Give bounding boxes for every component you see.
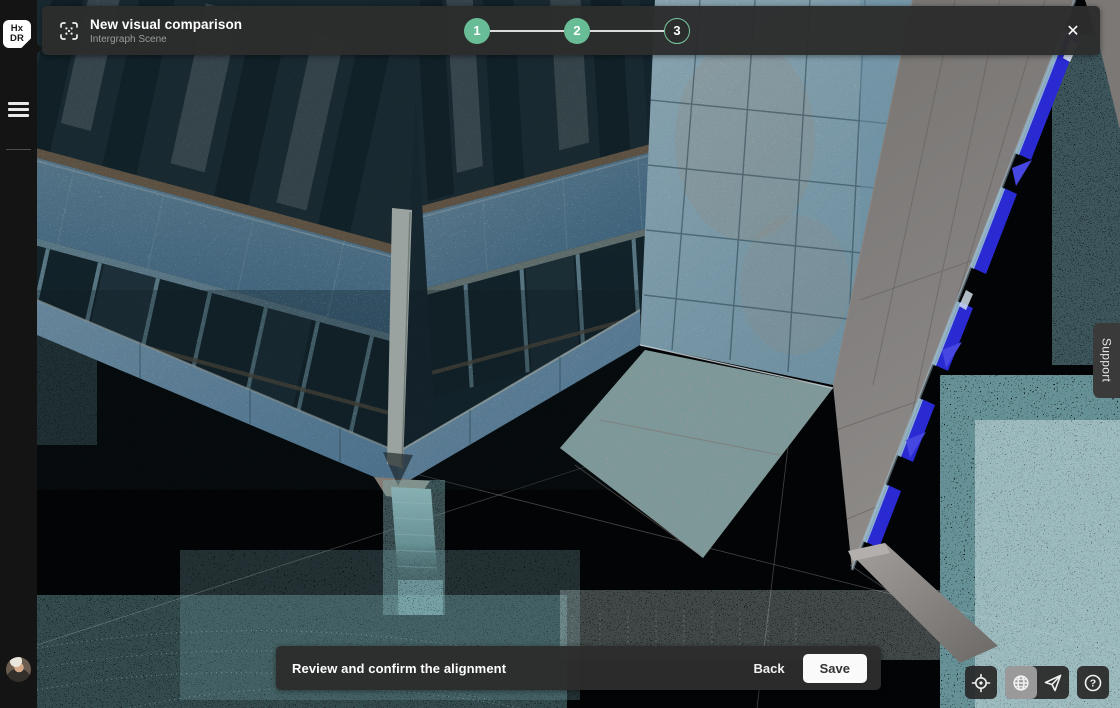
svg-text:?: ? bbox=[1090, 677, 1096, 689]
close-icon: ✕ bbox=[1066, 21, 1079, 41]
wizard-title: New visual comparison bbox=[90, 17, 242, 32]
locate-icon bbox=[971, 673, 991, 693]
left-sidebar bbox=[0, 0, 37, 708]
globe-icon bbox=[1011, 673, 1031, 693]
locate-button[interactable] bbox=[965, 666, 997, 699]
scene-render bbox=[0, 0, 1120, 708]
user-avatar[interactable] bbox=[6, 657, 31, 682]
support-tab[interactable]: Support bbox=[1093, 323, 1120, 398]
viewport-3d[interactable] bbox=[0, 0, 1120, 708]
help-icon: ? bbox=[1083, 673, 1103, 693]
step-1[interactable]: 1 bbox=[464, 18, 490, 44]
confirm-message: Review and confirm the alignment bbox=[276, 661, 506, 676]
scan-icon bbox=[58, 20, 80, 42]
step-2[interactable]: 2 bbox=[564, 18, 590, 44]
close-button[interactable]: ✕ bbox=[1058, 16, 1088, 46]
help-button[interactable]: ? bbox=[1077, 666, 1109, 699]
send-icon bbox=[1043, 673, 1063, 693]
view-mode-group bbox=[1005, 666, 1069, 699]
viewport-controls: ? bbox=[965, 666, 1109, 699]
logo-line2: DR bbox=[10, 34, 24, 44]
globe-view-button[interactable] bbox=[1005, 666, 1037, 699]
confirm-bar: Review and confirm the alignment Back Sa… bbox=[276, 646, 881, 690]
wizard-subtitle: Intergraph Scene bbox=[90, 34, 242, 45]
wizard-stepper: 1 2 3 bbox=[464, 6, 690, 55]
back-button[interactable]: Back bbox=[742, 653, 797, 684]
wizard-header: New visual comparison Intergraph Scene 1… bbox=[42, 6, 1100, 55]
menu-icon[interactable] bbox=[8, 102, 29, 117]
step-3[interactable]: 3 bbox=[664, 18, 690, 44]
step-connector bbox=[490, 30, 564, 32]
app-window: Hx DR New visual comparison Intergraph S… bbox=[0, 0, 1120, 708]
hxdr-logo[interactable]: Hx DR bbox=[3, 20, 31, 48]
step-connector bbox=[590, 30, 664, 32]
support-tab-label: Support bbox=[1100, 338, 1114, 382]
save-button[interactable]: Save bbox=[803, 654, 867, 683]
navigate-button[interactable] bbox=[1037, 666, 1069, 699]
sidebar-divider bbox=[6, 149, 31, 150]
